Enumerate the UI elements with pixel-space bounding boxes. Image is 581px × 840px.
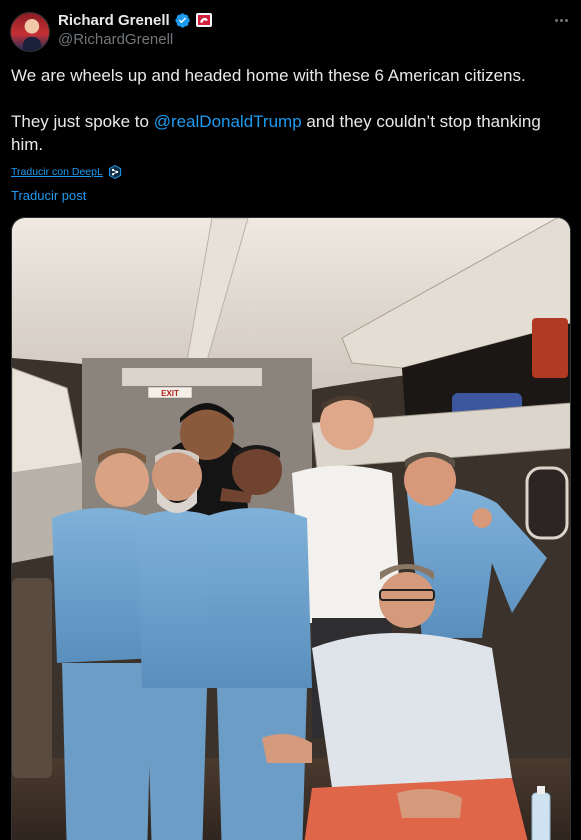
author-name-row: Richard Grenell (58, 10, 212, 30)
tweet-header: Richard Grenell @RichardGrenell (10, 10, 571, 54)
translate-post-link[interactable]: Traducir post (11, 188, 86, 203)
affiliation-badge-icon (195, 13, 212, 27)
mention-link[interactable]: @realDonaldTrump (154, 112, 302, 131)
deepl-translate-row: Traducir con DeepL (11, 165, 122, 179)
tweet-line-1: We are wheels up and headed home with th… (11, 66, 526, 85)
author-handle[interactable]: @RichardGrenell (58, 31, 173, 48)
tweet-photo[interactable]: EXIT (11, 217, 571, 840)
tweet-text-before-mention: They just spoke to (11, 112, 154, 131)
tweet-line-2: They just spoke to @realDonaldTrump and … (11, 110, 566, 156)
more-options-icon[interactable] (551, 12, 571, 28)
exit-sign-text: EXIT (161, 389, 179, 398)
photo-illustration: EXIT (12, 218, 570, 840)
avatar[interactable] (10, 12, 50, 52)
deepl-icon (108, 165, 121, 179)
tweet-text: We are wheels up and headed home with th… (11, 64, 566, 156)
deepl-translate-link[interactable]: Traducir con DeepL (11, 166, 103, 178)
author-display-name[interactable]: Richard Grenell (58, 12, 170, 29)
verified-badge-icon (175, 12, 190, 28)
